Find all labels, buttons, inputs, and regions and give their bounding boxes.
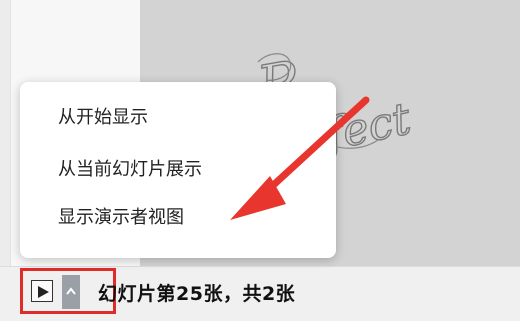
play-icon [38, 286, 49, 298]
play-slideshow-button[interactable] [31, 280, 53, 302]
menu-item-from-current-slide[interactable]: 从当前幻灯片展示 [58, 150, 202, 190]
slideshow-menu: 从开始显示 从当前幻灯片展示 显示演示者视图 [20, 82, 336, 258]
menu-item-from-beginning[interactable]: 从开始显示 [58, 98, 148, 138]
slideshow-options-button[interactable] [62, 275, 80, 309]
panel-edge [0, 0, 11, 266]
menu-item-presenter-view[interactable]: 显示演示者视图 [58, 198, 184, 238]
slide-count-status: 幻灯片第25张，共2张 [98, 283, 296, 305]
chevron-up-icon [66, 287, 76, 295]
